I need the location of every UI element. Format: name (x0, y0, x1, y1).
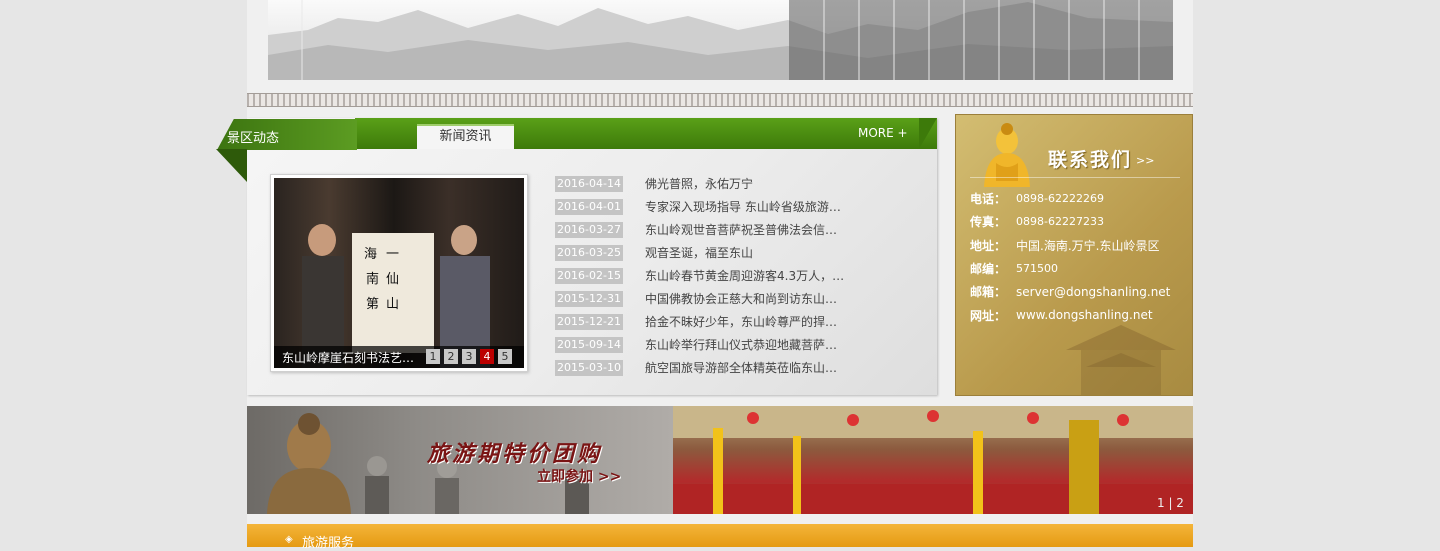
contact-row: 邮箱： server@dongshanling.net (970, 280, 1170, 303)
promo-left-image: 旅游期特价团购 立即参加 >> (247, 406, 673, 514)
top-landscape-banner (268, 0, 1173, 80)
contact-panel: 联系我们 >> 电话： 0898-62222269 传真： 0898-62227233… (955, 114, 1193, 396)
contact-label: 传真： (970, 215, 1007, 230)
photo-page-button[interactable]: 3 (462, 349, 476, 364)
news-item[interactable]: 2015-03-10 航空国旅导游部全体精英莅临东山… (555, 356, 855, 379)
photo-page-button[interactable]: 1 (426, 349, 440, 364)
promo-pager[interactable]: 1 | 2 (1157, 496, 1184, 510)
news-item[interactable]: 2015-09-14 东山岭举行拜山仪式恭迎地藏菩萨… (555, 333, 855, 356)
tab-news[interactable]: 新闻资讯 (417, 124, 514, 149)
tab-scenic-news[interactable]: 景区动态 (217, 119, 357, 150)
news-title-link[interactable]: 东山岭春节黄金周迎游客4.3万人，… (645, 267, 844, 284)
news-date: 2015-09-14 (555, 336, 623, 353)
contact-row: 邮编： 571500 (970, 257, 1170, 280)
photo-page-button[interactable]: 2 (444, 349, 458, 364)
contact-label: 邮箱： (970, 285, 1007, 300)
news-date: 2015-03-10 (555, 359, 623, 376)
page-container: 景区动态 新闻资讯 MORE + 海 南 第 一 仙 山 东山岭摩崖石刻书法艺术… (216, 0, 1193, 551)
svg-text:第: 第 (366, 297, 379, 312)
news-panel: 景区动态 新闻资讯 MORE + 海 南 第 一 仙 山 东山岭摩崖石刻书法艺术… (216, 118, 937, 395)
contact-row: 地址： 中国.海南.万宁.东山岭景区 (970, 234, 1170, 257)
ribbon-fold (216, 149, 247, 182)
mountain-painting (268, 0, 1173, 80)
svg-text:一: 一 (386, 247, 399, 262)
contact-label: 邮编： (970, 262, 1007, 277)
news-title-link[interactable]: 佛光普照，永佑万宁 (645, 175, 753, 192)
news-date: 2016-04-14 (555, 175, 623, 192)
promo-banner[interactable]: 旅游期特价团购 立即参加 >> 1 | 2 (247, 406, 1193, 514)
featured-caption[interactable]: 东山岭摩崖石刻书法艺术… (282, 349, 417, 366)
news-date: 2016-02-15 (555, 267, 623, 284)
svg-text:南: 南 (366, 271, 379, 287)
news-item[interactable]: 2016-04-14 佛光普照，永佑万宁 (555, 172, 855, 195)
svg-text:海: 海 (364, 247, 377, 262)
news-date: 2016-03-27 (555, 221, 623, 238)
more-link[interactable]: MORE + (858, 126, 908, 140)
news-title-link[interactable]: 专家深入现场指导 东山岭省级旅游… (645, 198, 841, 215)
news-list: 2016-04-14 佛光普照，永佑万宁 2016-04-01 专家深入现场指导 东山… (555, 172, 855, 379)
header-bar-tail (919, 118, 937, 149)
contact-label: 地址： (970, 238, 1007, 253)
service-bullet-icon: ◈ (285, 534, 293, 545)
promo-right-image (673, 406, 1193, 514)
news-title-link[interactable]: 东山岭观世音菩萨祝圣普佛法会信… (645, 221, 837, 238)
svg-text:仙: 仙 (386, 272, 399, 287)
news-date: 2016-04-01 (555, 198, 623, 215)
photo-pager: 12345 (426, 349, 512, 364)
temple-illustration (1066, 325, 1176, 395)
contact-row: 传真： 0898-62227233 (970, 210, 1170, 233)
contact-arrow: >> (1136, 154, 1155, 167)
news-title-link[interactable]: 拾金不昧好少年，东山岭尊严的捍… (645, 313, 837, 330)
news-item[interactable]: 2016-04-01 专家深入现场指导 东山岭省级旅游… (555, 195, 855, 218)
contact-title: 联系我们 (1048, 149, 1133, 171)
featured-photo[interactable]: 海 南 第 一 仙 山 东山岭摩崖石刻书法艺术… 12345 (274, 178, 524, 368)
decorative-border (247, 93, 1193, 107)
news-date: 2015-12-21 (555, 313, 623, 330)
featured-photo-frame: 海 南 第 一 仙 山 东山岭摩崖石刻书法艺术… 12345 (270, 174, 528, 372)
contact-row: 电话： 0898-62222269 (970, 187, 1170, 210)
photo-page-button[interactable]: 5 (498, 349, 512, 364)
news-item[interactable]: 2016-03-27 东山岭观世音菩萨祝圣普佛法会信… (555, 218, 855, 241)
news-title-link[interactable]: 观音圣诞，福至东山 (645, 244, 753, 261)
news-date: 2016-03-25 (555, 244, 623, 261)
news-date: 2015-12-31 (555, 290, 623, 307)
news-title-link[interactable]: 航空国旅导游部全体精英莅临东山… (645, 359, 837, 376)
contact-value: 0898-62227233 (1016, 215, 1104, 229)
tab-scenic-news-label: 景区动态 (227, 131, 280, 146)
contact-value: 0898-62222269 (1016, 192, 1104, 206)
svg-text:山: 山 (386, 297, 399, 312)
news-item[interactable]: 2015-12-21 拾金不昧好少年，东山岭尊严的捍… (555, 310, 855, 333)
news-item[interactable]: 2015-12-31 中国佛教协会正慈大和尚到访东山… (555, 287, 855, 310)
caption-bar: 东山岭摩崖石刻书法艺术… 12345 (274, 346, 524, 368)
news-title-link[interactable]: 东山岭举行拜山仪式恭迎地藏菩萨… (645, 336, 837, 353)
contact-value: 571500 (1016, 262, 1058, 276)
news-item[interactable]: 2016-03-25 观音圣诞，福至东山 (555, 241, 855, 264)
news-title-link[interactable]: 中国佛教协会正慈大和尚到访东山… (645, 290, 837, 307)
festival-photo (673, 406, 1193, 514)
service-title: 旅游服务 (302, 536, 355, 551)
contact-label: 电话： (970, 192, 1007, 207)
divider (970, 177, 1180, 178)
promo-headline: 旅游期特价团购 (427, 442, 603, 467)
photo-page-button[interactable]: 4 (480, 349, 494, 364)
contact-value[interactable]: server@dongshanling.net (1016, 285, 1170, 299)
calligraphy-photo: 海 南 第 一 仙 山 (302, 224, 490, 368)
news-item[interactable]: 2016-02-15 东山岭春节黄金周迎游客4.3万人，… (555, 264, 855, 287)
promo-join-button[interactable]: 立即参加 >> (537, 466, 621, 486)
contact-label: 网址： (970, 308, 1007, 323)
service-bar: ◈ 旅游服务 (247, 524, 1193, 551)
contact-value: 中国.海南.万宁.东山岭景区 (1016, 238, 1160, 253)
